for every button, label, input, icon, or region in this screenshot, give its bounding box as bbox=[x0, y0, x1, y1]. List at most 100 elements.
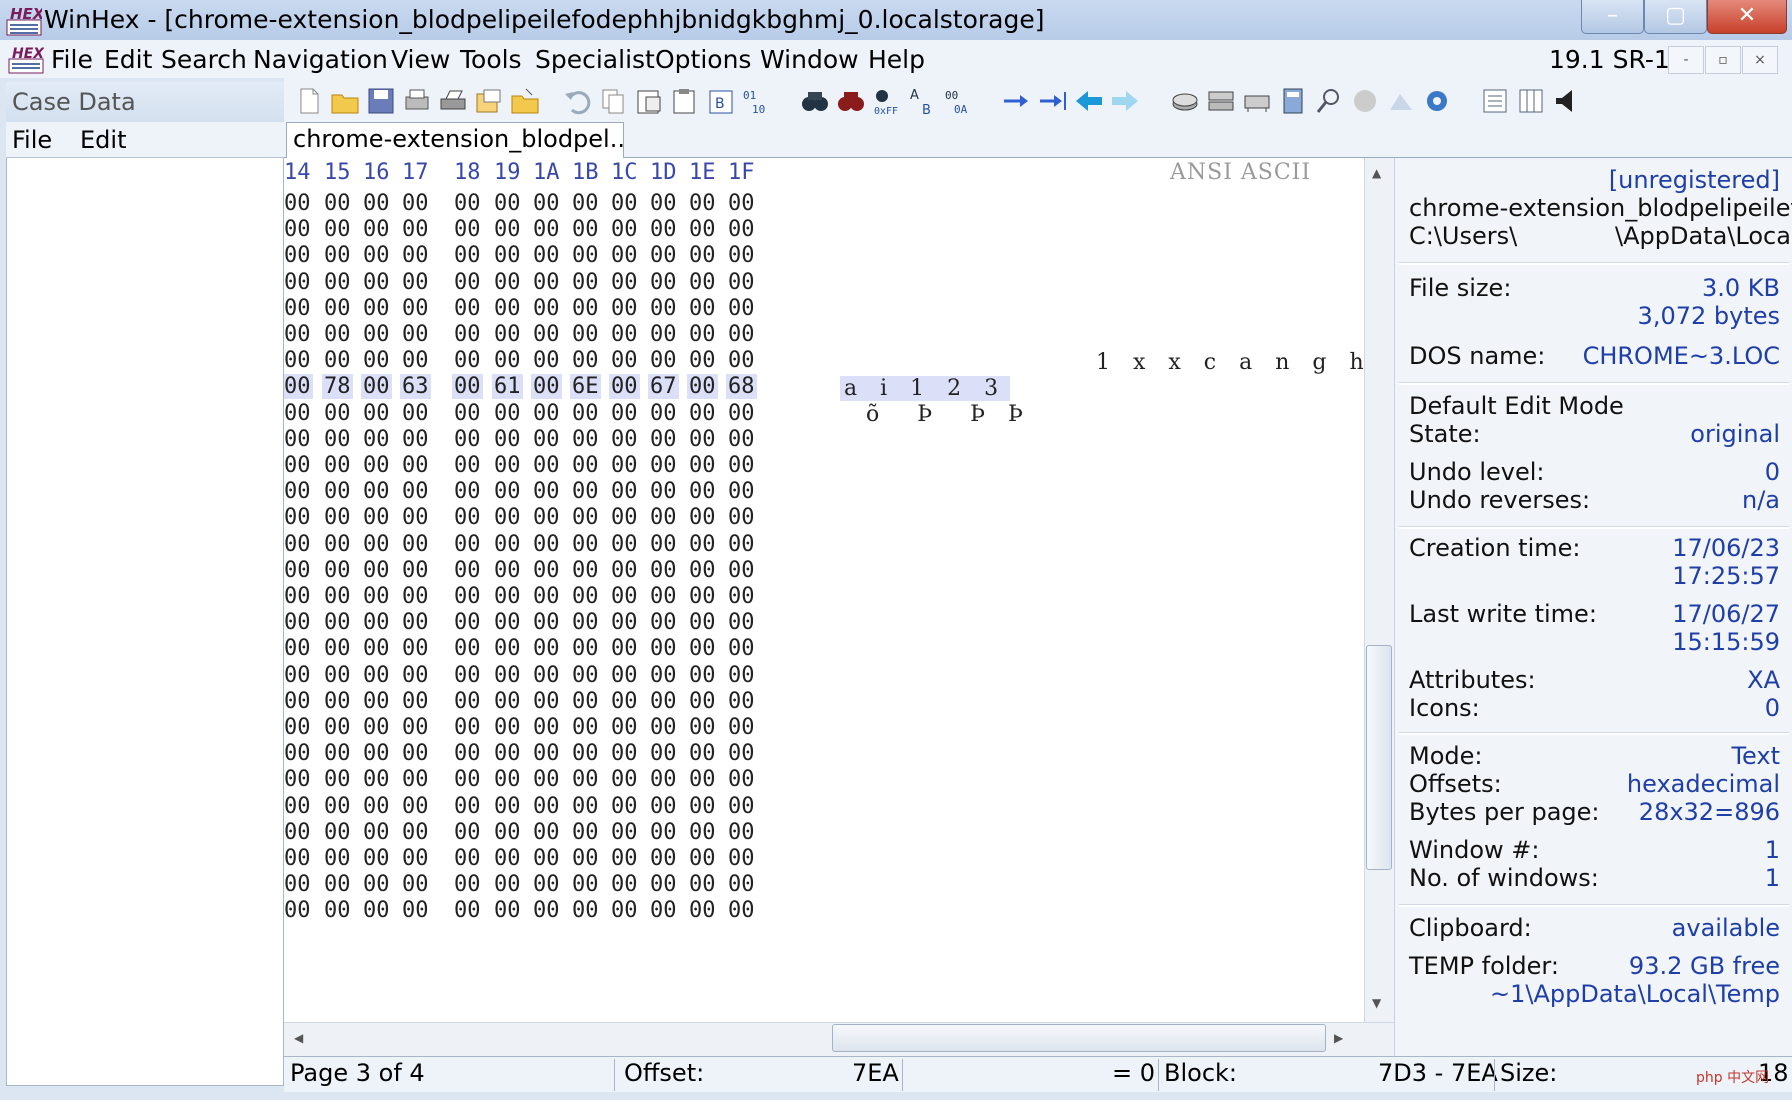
hex-byte[interactable]: 00 bbox=[570, 689, 601, 714]
hex-byte[interactable]: 00 bbox=[726, 584, 757, 609]
hex-byte[interactable]: 00 bbox=[531, 505, 562, 530]
hex-byte[interactable]: 00 bbox=[492, 479, 523, 504]
hex-byte[interactable]: 00 bbox=[531, 401, 562, 426]
replace-text-icon[interactable]: AB bbox=[908, 86, 938, 116]
hex-byte[interactable]: 00 bbox=[687, 898, 718, 923]
hex-byte[interactable]: 00 bbox=[609, 217, 640, 242]
hex-byte[interactable]: 00 bbox=[400, 584, 431, 609]
hex-byte[interactable]: 00 bbox=[531, 794, 562, 819]
hex-byte[interactable]: 00 bbox=[648, 636, 679, 661]
hex-byte[interactable]: 00 bbox=[361, 584, 392, 609]
menu-options[interactable]: Options bbox=[655, 45, 751, 74]
hex-editor-view[interactable]: 14 15 16 17 18 19 1A 1B 1C 1D 1E 1F ANSI ASCII 00 00… bbox=[284, 158, 1364, 1022]
hex-byte[interactable]: 00 bbox=[648, 610, 679, 635]
hex-byte[interactable]: 00 bbox=[452, 217, 483, 242]
hex-byte[interactable]: 00 bbox=[400, 191, 431, 216]
hex-byte[interactable]: 00 bbox=[452, 401, 483, 426]
hex-byte[interactable]: 00 bbox=[648, 191, 679, 216]
hex-byte[interactable]: 00 bbox=[687, 348, 718, 373]
hex-byte[interactable]: 00 bbox=[361, 243, 392, 268]
hex-byte[interactable]: 00 bbox=[570, 296, 601, 321]
hex-byte[interactable]: 00 bbox=[492, 584, 523, 609]
hex-byte[interactable]: 00 bbox=[400, 794, 431, 819]
scroll-down-arrow-icon[interactable]: ▼ bbox=[1372, 996, 1381, 1010]
hex-byte[interactable]: 00 bbox=[322, 479, 353, 504]
hex-byte[interactable]: 00 bbox=[322, 794, 353, 819]
horizontal-scroll-thumb[interactable] bbox=[832, 1024, 1326, 1052]
forward-icon[interactable] bbox=[1110, 86, 1140, 116]
print-setup-icon[interactable] bbox=[402, 86, 432, 116]
hex-byte[interactable]: 00 bbox=[687, 505, 718, 530]
hex-byte[interactable]: 00 bbox=[609, 820, 640, 845]
hex-byte[interactable]: 00 bbox=[492, 191, 523, 216]
hex-byte[interactable]: 00 bbox=[726, 270, 757, 295]
menu-help[interactable]: Help bbox=[868, 45, 925, 74]
hex-byte[interactable]: 00 bbox=[531, 243, 562, 268]
hex-byte[interactable]: 00 bbox=[400, 348, 431, 373]
hex-byte[interactable]: 00 bbox=[452, 374, 483, 400]
hex-byte[interactable]: 00 bbox=[400, 453, 431, 478]
vertical-scrollbar[interactable]: ▲ ▼ bbox=[1364, 158, 1394, 1022]
hex-byte[interactable]: 00 bbox=[492, 715, 523, 740]
clone-disk-icon[interactable] bbox=[1206, 86, 1236, 116]
hex-byte[interactable]: 00 bbox=[570, 767, 601, 792]
find-value-icon[interactable]: 0xFF bbox=[872, 86, 902, 116]
hex-byte[interactable]: 00 bbox=[284, 453, 313, 478]
hex-byte[interactable]: 00 bbox=[361, 689, 392, 714]
hex-byte[interactable]: 00 bbox=[570, 898, 601, 923]
hex-byte[interactable]: 00 bbox=[452, 636, 483, 661]
hex-byte[interactable]: 00 bbox=[531, 663, 562, 688]
hex-byte[interactable]: 00 bbox=[492, 296, 523, 321]
hex-byte[interactable]: 00 bbox=[322, 532, 353, 557]
hex-byte[interactable]: 00 bbox=[322, 715, 353, 740]
goto-end-icon[interactable] bbox=[1038, 86, 1068, 116]
hex-byte[interactable]: 00 bbox=[687, 296, 718, 321]
hex-byte[interactable]: 00 bbox=[570, 715, 601, 740]
hex-byte[interactable]: 00 bbox=[648, 558, 679, 583]
hex-byte[interactable]: 00 bbox=[400, 636, 431, 661]
hex-byte[interactable]: 00 bbox=[452, 741, 483, 766]
hex-byte[interactable]: 00 bbox=[361, 636, 392, 661]
ascii-text-row[interactable]: õ Þ Þ Þ bbox=[866, 402, 1031, 427]
speaker-icon[interactable] bbox=[1552, 86, 1582, 116]
hex-byte[interactable]: 00 bbox=[452, 270, 483, 295]
hex-byte[interactable]: 00 bbox=[492, 663, 523, 688]
properties-icon[interactable] bbox=[474, 86, 504, 116]
hex-byte[interactable]: 00 bbox=[609, 243, 640, 268]
hex-byte[interactable]: 00 bbox=[609, 872, 640, 897]
hex-byte[interactable]: 00 bbox=[492, 270, 523, 295]
hex-byte[interactable]: 00 bbox=[452, 243, 483, 268]
hex-byte[interactable]: 00 bbox=[609, 846, 640, 871]
hex-byte[interactable]: 00 bbox=[452, 322, 483, 347]
hex-byte[interactable]: 00 bbox=[648, 715, 679, 740]
hex-byte[interactable]: 00 bbox=[687, 479, 718, 504]
hex-byte[interactable]: 00 bbox=[400, 767, 431, 792]
hex-byte[interactable]: 00 bbox=[570, 270, 601, 295]
hex-byte[interactable]: 00 bbox=[726, 558, 757, 583]
hex-byte[interactable]: 00 bbox=[361, 610, 392, 635]
hex-byte[interactable]: 00 bbox=[726, 505, 757, 530]
hex-byte[interactable]: 00 bbox=[531, 872, 562, 897]
hex-byte[interactable]: 00 bbox=[400, 872, 431, 897]
hex-byte[interactable]: 63 bbox=[400, 374, 431, 400]
hex-byte[interactable]: 00 bbox=[492, 794, 523, 819]
hex-byte[interactable]: 00 bbox=[361, 479, 392, 504]
hex-byte[interactable]: 00 bbox=[531, 217, 562, 242]
hex-byte[interactable]: 00 bbox=[284, 689, 313, 714]
hex-byte[interactable]: 00 bbox=[726, 636, 757, 661]
hex-byte[interactable]: 00 bbox=[609, 794, 640, 819]
minimize-button[interactable]: – bbox=[1581, 0, 1644, 34]
hex-byte[interactable]: 00 bbox=[726, 689, 757, 714]
hex-byte[interactable]: 00 bbox=[570, 636, 601, 661]
hex-byte[interactable]: 00 bbox=[687, 401, 718, 426]
convert-icon[interactable]: 0110 bbox=[742, 86, 772, 116]
hex-byte[interactable]: 00 bbox=[609, 636, 640, 661]
hex-byte[interactable]: 00 bbox=[609, 741, 640, 766]
hex-byte[interactable]: 00 bbox=[570, 217, 601, 242]
hex-byte[interactable]: 00 bbox=[648, 453, 679, 478]
hex-byte[interactable]: 00 bbox=[284, 558, 313, 583]
hex-byte[interactable]: 00 bbox=[322, 846, 353, 871]
hex-byte[interactable]: 00 bbox=[570, 558, 601, 583]
hex-byte[interactable]: 00 bbox=[726, 741, 757, 766]
hex-byte[interactable]: 00 bbox=[492, 636, 523, 661]
